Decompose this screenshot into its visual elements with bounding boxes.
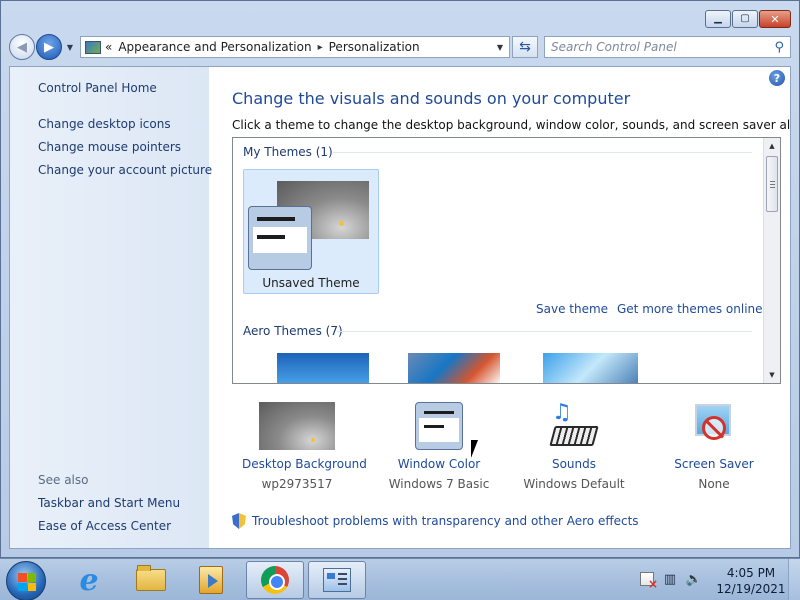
address-bar[interactable]: « Appearance and Personalization ▸ Perso… (80, 36, 510, 58)
group-divider (333, 152, 752, 153)
back-arrow-icon: ◀ (17, 39, 27, 55)
control-panel-icon (323, 568, 351, 592)
breadcrumb-appearance[interactable]: Appearance and Personalization (118, 40, 311, 54)
show-desktop-button[interactable] (788, 559, 800, 600)
caption-buttons: ▁ ▢ ✕ (705, 10, 791, 28)
network-icon[interactable]: ▥ (662, 571, 678, 587)
sidebar-link-account-picture[interactable]: Change your account picture (38, 163, 212, 177)
sidebar-link-taskbar[interactable]: Taskbar and Start Menu (38, 496, 180, 510)
save-theme-link[interactable]: Save theme (536, 302, 608, 316)
refresh-icon: ⇆ (519, 39, 531, 55)
close-button[interactable]: ✕ (759, 10, 791, 28)
breadcrumb-overflow[interactable]: « (105, 40, 112, 54)
forward-button[interactable]: ▶ (36, 34, 62, 60)
sidebar-link-home[interactable]: Control Panel Home (38, 81, 157, 95)
start-button[interactable] (6, 561, 46, 600)
theme-window-color-preview (248, 206, 312, 270)
recent-pages-dropdown[interactable]: ▼ (64, 43, 76, 52)
breadcrumb-personalization[interactable]: Personalization (329, 40, 420, 54)
media-player-icon (199, 566, 223, 594)
taskbar-control-panel[interactable] (308, 561, 366, 599)
shield-icon (232, 513, 246, 529)
taskbar-chrome[interactable] (246, 561, 304, 599)
windows-logo-icon (18, 573, 36, 591)
address-dropdown-icon[interactable]: ▼ (497, 43, 503, 52)
sounds-link[interactable]: Sounds (519, 457, 629, 471)
screen-saver-icon[interactable] (689, 402, 739, 450)
scroll-thumb[interactable] (766, 156, 778, 212)
sidebar: Control Panel Home Change desktop icons … (10, 67, 212, 548)
window-color-icon[interactable] (415, 402, 463, 450)
get-more-themes-link[interactable]: Get more themes online (617, 302, 763, 316)
taskbar-media-player[interactable] (182, 561, 240, 599)
search-icon[interactable]: ⚲ (774, 40, 784, 55)
clock[interactable]: 4:05 PM 12/19/2021 (716, 565, 786, 597)
main-panel: ? Change the visuals and sounds on your … (209, 67, 790, 548)
window-color-link[interactable]: Window Color (384, 457, 494, 471)
maximize-button[interactable]: ▢ (732, 10, 758, 28)
aero-theme-windows7[interactable] (277, 353, 369, 383)
action-center-icon[interactable] (640, 572, 658, 591)
scroll-down-icon[interactable]: ▼ (764, 367, 780, 383)
maximize-icon: ▢ (740, 13, 750, 24)
folder-icon (136, 565, 166, 591)
navigation-bar: ◀ ▶ ▼ « Appearance and Personalization ▸… (9, 34, 791, 60)
theme-name: Unsaved Theme (262, 276, 360, 290)
internet-explorer-icon: e (79, 562, 99, 598)
screen-saver-link[interactable]: Screen Saver (659, 457, 769, 471)
troubleshoot-link[interactable]: Troubleshoot problems with transparency … (252, 514, 639, 528)
screen-saver-item[interactable]: Screen Saver None (659, 402, 769, 491)
sidebar-link-desktop-icons[interactable]: Change desktop icons (38, 117, 171, 131)
minimize-button[interactable]: ▁ (705, 10, 731, 28)
sounds-icon[interactable]: ♫ (546, 400, 602, 450)
minimize-icon: ▁ (714, 13, 722, 24)
clock-time: 4:05 PM (726, 566, 776, 580)
theme-list-scrollbar[interactable]: ▲ ▼ (763, 138, 780, 383)
sounds-value: Windows Default (523, 477, 625, 491)
search-box[interactable]: ⚲ (544, 36, 791, 58)
scroll-up-icon[interactable]: ▲ (764, 138, 780, 154)
chrome-icon (261, 566, 289, 594)
desktop-background-link[interactable]: Desktop Background (242, 457, 367, 471)
volume-icon[interactable]: 🔈 (686, 571, 702, 587)
search-input[interactable] (551, 40, 751, 54)
aero-theme-characters[interactable] (543, 353, 638, 383)
breadcrumb-separator[interactable]: ▸ (318, 42, 323, 53)
see-also-heading: See also (38, 473, 89, 487)
desktop-background-item[interactable]: Desktop Background wp2973517 (242, 402, 367, 491)
clock-date: 12/19/2021 (716, 582, 786, 596)
close-icon: ✕ (770, 12, 780, 26)
taskbar-internet-explorer[interactable]: e (60, 561, 118, 599)
notification-area: ▥ 🔈 (640, 571, 702, 591)
help-icon[interactable]: ? (769, 70, 785, 86)
theme-tile-unsaved[interactable]: Unsaved Theme (243, 169, 379, 294)
my-themes-group-label[interactable]: My Themes (1) (243, 145, 333, 159)
control-panel-window: ▁ ▢ ✕ ◀ ▶ ▼ « Appearance and Personaliza… (0, 0, 800, 558)
aero-themes-group-label[interactable]: Aero Themes (7) (243, 324, 343, 338)
page-title: Change the visuals and sounds on your co… (232, 89, 631, 108)
theme-list[interactable]: My Themes (1) Unsaved Theme Save theme G… (232, 137, 781, 384)
mouse-cursor-icon (471, 440, 485, 458)
screen-saver-value: None (698, 477, 730, 491)
content-area: Control Panel Home Change desktop icons … (9, 66, 791, 549)
sounds-item[interactable]: ♫ Sounds Windows Default (519, 400, 629, 491)
forward-arrow-icon: ▶ (44, 39, 54, 55)
troubleshoot-row: Troubleshoot problems with transparency … (232, 513, 639, 529)
group-divider (337, 331, 752, 332)
aero-theme-architecture[interactable] (408, 353, 500, 383)
desktop-background-icon[interactable] (259, 402, 335, 450)
refresh-button[interactable]: ⇆ (512, 36, 538, 58)
desktop-background-value: wp2973517 (261, 477, 333, 491)
taskbar: e ▥ 🔈 4:05 PM 12/19/2021 (0, 558, 800, 600)
page-description: Click a theme to change the desktop back… (232, 118, 791, 132)
control-panel-icon (85, 40, 101, 54)
back-button[interactable]: ◀ (9, 34, 35, 60)
window-color-value: Windows 7 Basic (388, 477, 490, 491)
taskbar-windows-explorer[interactable] (122, 561, 180, 599)
sidebar-link-ease-of-access[interactable]: Ease of Access Center (38, 519, 171, 533)
sidebar-link-mouse-pointers[interactable]: Change mouse pointers (38, 140, 181, 154)
